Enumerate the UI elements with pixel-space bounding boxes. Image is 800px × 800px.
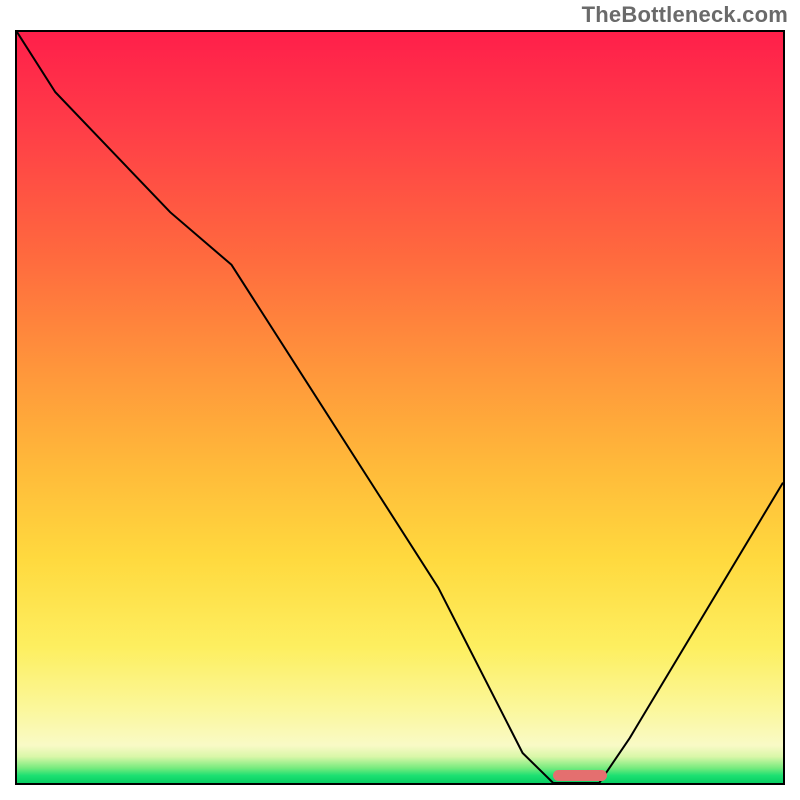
watermark-text: TheBottleneck.com [582,2,788,28]
plot-area [15,30,785,785]
bottleneck-curve-path [17,32,783,783]
bottleneck-chart: TheBottleneck.com [0,0,800,800]
curve-svg [17,32,783,783]
optimal-range-marker [553,770,607,781]
